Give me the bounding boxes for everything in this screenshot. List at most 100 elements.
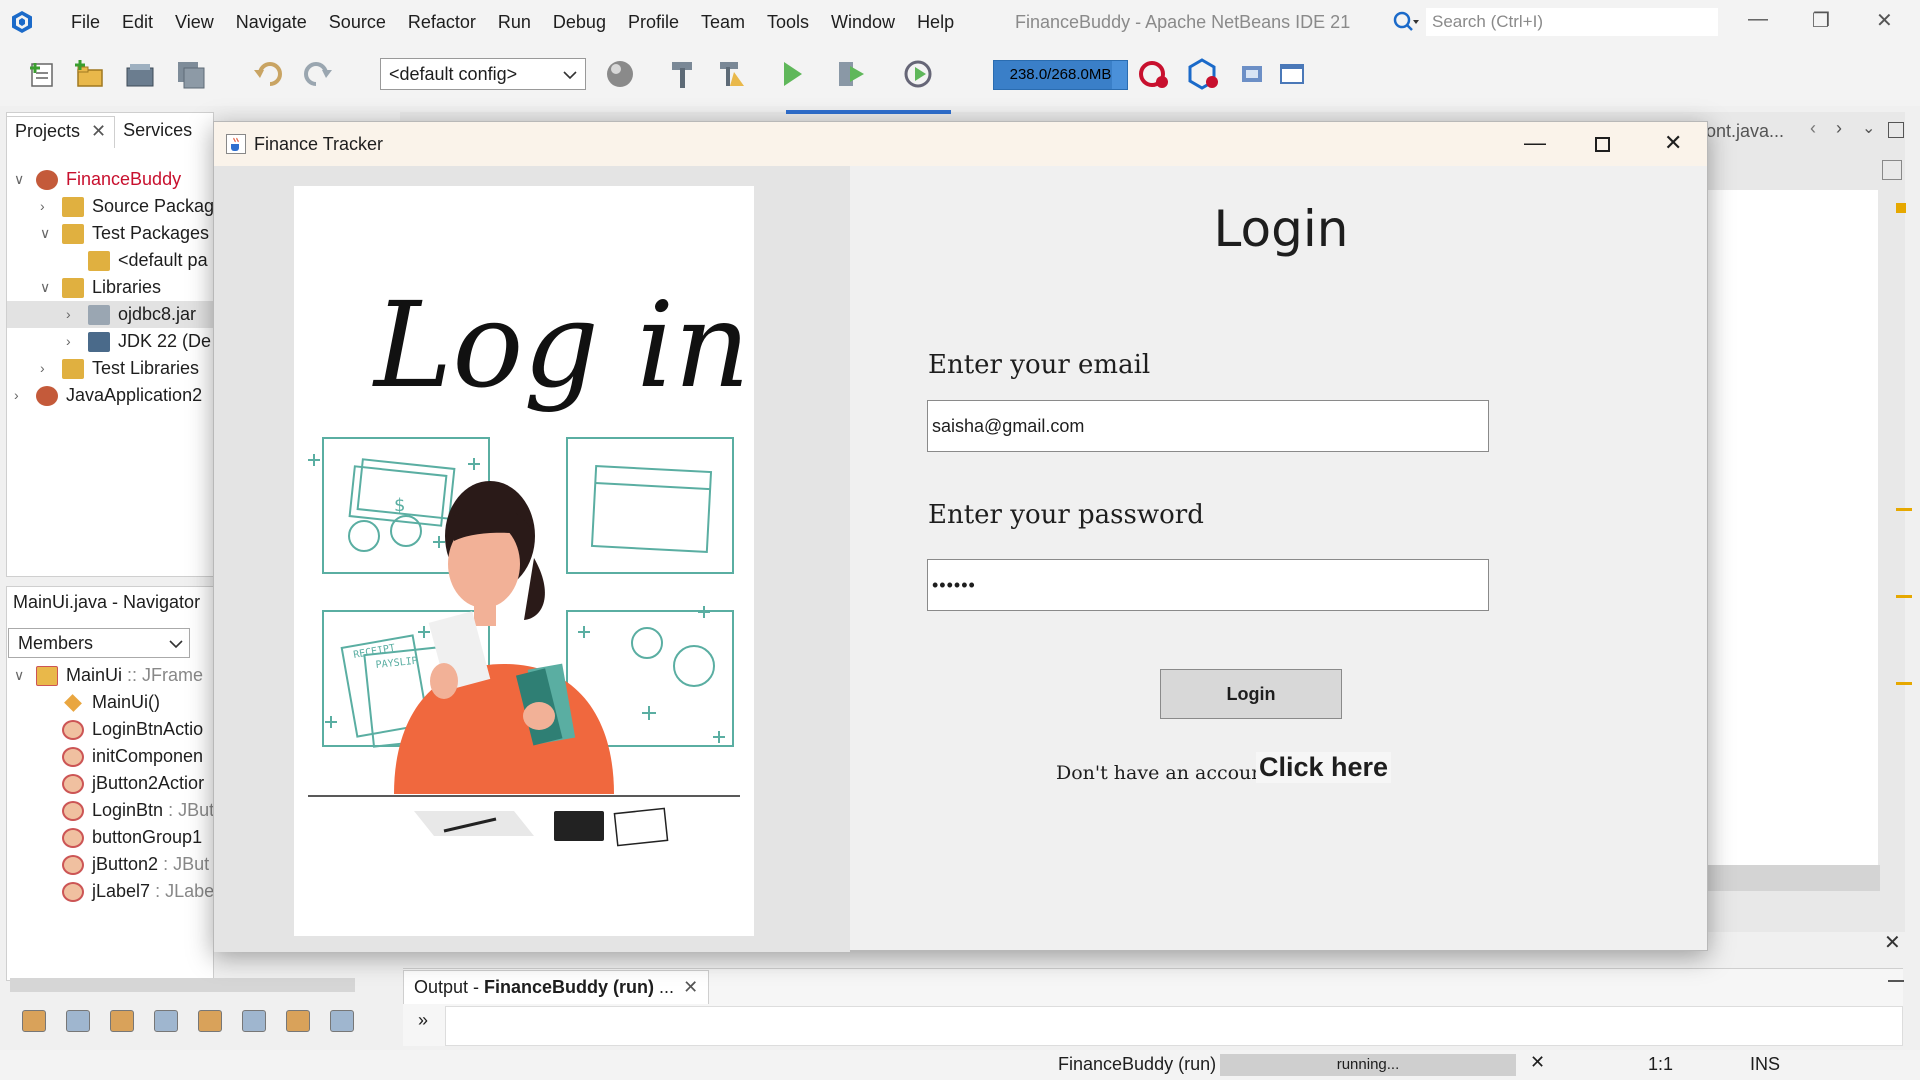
menu-profile[interactable]: Profile (617, 12, 690, 33)
menu-debug[interactable]: Debug (542, 12, 617, 33)
output-tab[interactable]: Output - FinanceBuddy (run) ... ✕ (403, 970, 710, 1004)
signup-link[interactable]: Click here (1256, 752, 1392, 783)
error-stripe-mark[interactable] (1896, 682, 1912, 685)
active-editor-tab-marker (786, 110, 951, 114)
navigator-member[interactable]: buttonGroup1 (62, 824, 202, 851)
search-placeholder: Search (Ctrl+I) (1432, 12, 1543, 31)
insert-mode: INS (1750, 1054, 1781, 1074)
output-expand-icon[interactable]: » (418, 1010, 428, 1031)
run-icon[interactable] (776, 58, 808, 90)
chevron-down-icon (563, 71, 577, 80)
minimize-icon[interactable]: — (1524, 130, 1546, 156)
filter-fqn-icon[interactable] (242, 1010, 266, 1032)
art-payslip-label: PAYSLIP (375, 656, 418, 671)
close-panel-icon[interactable]: ✕ (1884, 930, 1901, 955)
browser-globe-icon[interactable] (604, 58, 636, 90)
config-selected: <default config> (389, 64, 518, 84)
sort-name-icon[interactable] (286, 1010, 310, 1032)
code-editor-visible-strip[interactable] (1708, 190, 1878, 870)
clean-build-icon[interactable] (716, 58, 748, 90)
horizontal-scrollbar[interactable] (1708, 865, 1880, 891)
member-icon (62, 827, 84, 848)
undo-icon[interactable] (252, 58, 284, 90)
filter-fields-icon[interactable] (22, 1010, 46, 1032)
navigator-member[interactable]: initComponen (62, 743, 203, 770)
output-console[interactable] (445, 1006, 1903, 1046)
navigator-member[interactable]: LoginBtnActio (62, 716, 203, 743)
profile-snapshot-icon[interactable] (1188, 58, 1220, 90)
member-type: : JBut (163, 854, 210, 874)
member-name: MainUi() (92, 692, 161, 712)
menu-run[interactable]: Run (487, 12, 542, 33)
password-field[interactable]: •••••• (927, 559, 1489, 611)
class-icon (36, 665, 58, 686)
maximize-icon[interactable] (1595, 137, 1610, 152)
search-input[interactable]: Search (Ctrl+I) (1426, 8, 1718, 36)
window-icon[interactable] (1236, 58, 1268, 90)
tab-scroll-left-icon[interactable]: ‹ (1810, 118, 1816, 139)
class-type: :: JFrame (127, 665, 204, 685)
filter-static-icon[interactable] (66, 1010, 90, 1032)
maximize-editor-icon[interactable] (1888, 122, 1904, 138)
close-icon[interactable]: ✕ (1664, 130, 1682, 156)
minimize-icon[interactable]: — (1748, 8, 1768, 31)
filter-nonpublic-icon[interactable] (110, 1010, 134, 1032)
redo-icon[interactable] (302, 58, 334, 90)
menu-tools[interactable]: Tools (756, 12, 820, 33)
split-editor-icon[interactable] (1882, 160, 1902, 180)
restore-icon[interactable]: ❐ (1812, 8, 1830, 33)
member-name: jButton2Actior (92, 773, 205, 793)
email-field[interactable]: saisha@gmail.com (927, 400, 1489, 452)
menu-help[interactable]: Help (906, 12, 965, 33)
menu-source[interactable]: Source (318, 12, 397, 33)
dialog-title: Finance Tracker (254, 134, 384, 154)
menu-refactor[interactable]: Refactor (397, 12, 487, 33)
editor-tab-partial[interactable]: ont.java... (1706, 121, 1784, 142)
navigator-tree: ∨ MainUi:: JFrameMainUi()LoginBtnActio ini… (0, 0, 214, 1080)
navigator-scrollbar[interactable] (10, 978, 355, 992)
config-dropdown[interactable]: <default config> (380, 58, 586, 90)
login-button[interactable]: Login (1160, 669, 1342, 719)
close-tab-icon[interactable]: ✕ (683, 977, 698, 997)
progress-label: running... (1336, 1056, 1400, 1073)
member-name: LoginBtn (92, 800, 164, 820)
cancel-task-icon[interactable]: ✕ (1530, 1052, 1545, 1073)
filter-inner-icon[interactable] (154, 1010, 178, 1032)
navigator-root[interactable]: MainUi:: JFrame (36, 662, 203, 689)
filter-inherited-icon[interactable] (198, 1010, 222, 1032)
search-icon[interactable] (1392, 10, 1420, 34)
calendar-window-icon[interactable] (1276, 58, 1308, 90)
tab-list-icon[interactable]: ⌄ (1862, 118, 1875, 138)
navigator-member[interactable]: jLabel7: JLabe (62, 878, 214, 905)
error-stripe-mark[interactable] (1896, 508, 1912, 511)
profile-icon[interactable] (902, 58, 934, 90)
menu-window[interactable]: Window (820, 12, 906, 33)
memory-indicator[interactable]: 238.0/268.0MB (993, 60, 1128, 90)
menu-team[interactable]: Team (690, 12, 756, 33)
navigator-member[interactable]: LoginBtn: JBut (62, 797, 214, 824)
build-hammer-icon[interactable] (668, 58, 700, 90)
debug-icon[interactable] (836, 58, 868, 90)
minimize-panel-icon[interactable] (1888, 980, 1904, 982)
memory-label: 238.0/268.0MB (1009, 66, 1112, 83)
navigator-member[interactable]: jButton2Actior (62, 770, 204, 797)
sort-source-icon[interactable] (330, 1010, 354, 1032)
navigator-member[interactable]: jButton2: JBut (62, 851, 209, 878)
error-stripe-mark[interactable] (1896, 595, 1912, 598)
navigator-toolbar (6, 1000, 396, 1044)
gc-icon[interactable] (1138, 58, 1170, 90)
illustration-pane: Log in $ RECEIPT PAYSLIP (214, 166, 850, 952)
calendar-panel (566, 437, 734, 574)
warning-marker[interactable] (1896, 203, 1906, 213)
dialog-titlebar[interactable]: Finance Tracker — ✕ (214, 122, 1707, 166)
tab-scroll-right-icon[interactable]: › (1836, 118, 1842, 139)
member-type: : JBut (168, 800, 214, 820)
email-label: Enter your email (928, 350, 1151, 380)
art-dollar: $ (394, 495, 405, 516)
navigator-member[interactable]: MainUi() (62, 689, 160, 716)
collapse-icon[interactable]: ∨ (14, 667, 24, 684)
close-icon[interactable]: ✕ (1876, 8, 1893, 33)
menu-navigate[interactable]: Navigate (225, 12, 318, 33)
main-toolbar: <default config> 238.0/268.0MB (0, 44, 1920, 106)
progress-bar[interactable]: running... (1220, 1054, 1516, 1076)
